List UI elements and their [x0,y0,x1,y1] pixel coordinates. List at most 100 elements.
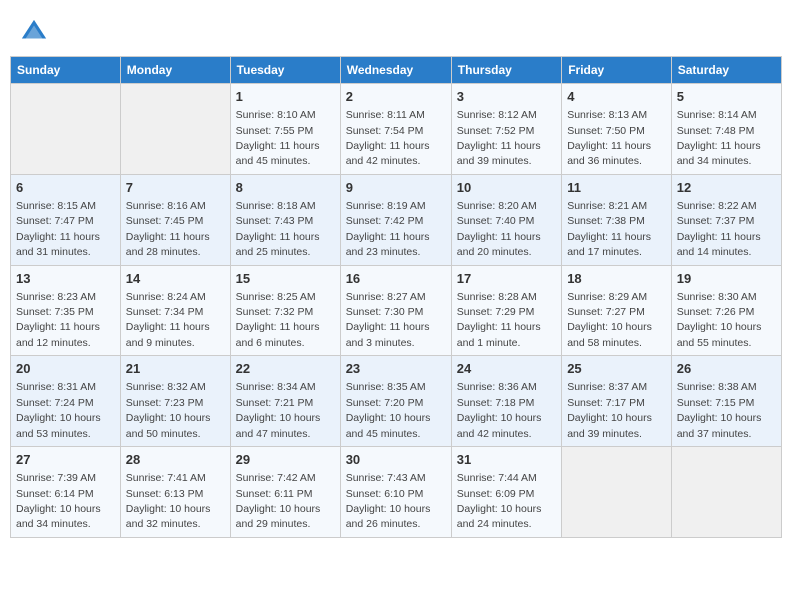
weekday-header: Friday [562,57,672,84]
day-detail: Sunrise: 8:16 AMSunset: 7:45 PMDaylight:… [126,200,210,258]
day-detail: Sunrise: 8:18 AMSunset: 7:43 PMDaylight:… [236,200,320,258]
day-number: 10 [457,179,556,197]
day-number: 5 [677,88,776,106]
day-detail: Sunrise: 8:31 AMSunset: 7:24 PMDaylight:… [16,381,101,439]
calendar-empty-cell [671,447,781,538]
day-detail: Sunrise: 8:20 AMSunset: 7:40 PMDaylight:… [457,200,541,258]
day-detail: Sunrise: 8:36 AMSunset: 7:18 PMDaylight:… [457,381,542,439]
calendar-day-cell: 20Sunrise: 8:31 AMSunset: 7:24 PMDayligh… [11,356,121,447]
calendar-day-cell: 6 Sunrise: 8:15 AMSunset: 7:47 PMDaylight… [11,174,121,265]
day-detail: Sunrise: 7:39 AMSunset: 6:14 PMDaylight:… [16,472,101,530]
day-number: 16 [346,270,446,288]
day-number: 21 [126,360,225,378]
calendar-day-cell: 27 Sunrise: 7:39 AMSunset: 6:14 PMDayligh… [11,447,121,538]
day-number: 26 [677,360,776,378]
calendar-day-cell: 19Sunrise: 8:30 AMSunset: 7:26 PMDayligh… [671,265,781,356]
day-detail: Sunrise: 8:32 AMSunset: 7:23 PMDaylight:… [126,381,211,439]
day-number: 14 [126,270,225,288]
calendar-day-cell: 30Sunrise: 7:43 AMSunset: 6:10 PMDayligh… [340,447,451,538]
calendar-header: SundayMondayTuesdayWednesdayThursdayFrid… [11,57,782,84]
calendar-day-cell: 13Sunrise: 8:23 AMSunset: 7:35 PMDayligh… [11,265,121,356]
day-number: 19 [677,270,776,288]
calendar-day-cell: 22 Sunrise: 8:34 AMSunset: 7:21 PMDayligh… [230,356,340,447]
day-number: 18 [567,270,666,288]
calendar-day-cell: 4 Sunrise: 8:13 AMSunset: 7:50 PMDaylight… [562,84,672,175]
page-header [10,10,782,50]
day-detail: Sunrise: 8:14 AMSunset: 7:48 PMDaylight:… [677,109,761,167]
calendar-day-cell: 29Sunrise: 7:42 AMSunset: 6:11 PMDayligh… [230,447,340,538]
day-detail: Sunrise: 8:24 AMSunset: 7:34 PMDaylight:… [126,291,210,349]
calendar-week-row: 1 Sunrise: 8:10 AMSunset: 7:55 PMDaylight… [11,84,782,175]
calendar-day-cell: 24 Sunrise: 8:36 AMSunset: 7:18 PMDayligh… [451,356,561,447]
day-number: 13 [16,270,115,288]
day-number: 1 [236,88,335,106]
day-detail: Sunrise: 8:37 AMSunset: 7:17 PMDaylight:… [567,381,652,439]
day-detail: Sunrise: 8:11 AMSunset: 7:54 PMDaylight:… [346,109,430,167]
day-number: 28 [126,451,225,469]
day-detail: Sunrise: 8:19 AMSunset: 7:42 PMDaylight:… [346,200,430,258]
calendar-day-cell: 23Sunrise: 8:35 AMSunset: 7:20 PMDayligh… [340,356,451,447]
calendar-day-cell: 9 Sunrise: 8:19 AMSunset: 7:42 PMDaylight… [340,174,451,265]
logo-icon [20,18,48,46]
day-detail: Sunrise: 8:29 AMSunset: 7:27 PMDaylight:… [567,291,652,349]
day-number: 15 [236,270,335,288]
day-number: 12 [677,179,776,197]
day-detail: Sunrise: 8:21 AMSunset: 7:38 PMDaylight:… [567,200,651,258]
weekday-header: Tuesday [230,57,340,84]
calendar-empty-cell [11,84,121,175]
calendar-day-cell: 10 Sunrise: 8:20 AMSunset: 7:40 PMDayligh… [451,174,561,265]
weekday-header: Thursday [451,57,561,84]
day-detail: Sunrise: 8:38 AMSunset: 7:15 PMDaylight:… [677,381,762,439]
calendar-table: SundayMondayTuesdayWednesdayThursdayFrid… [10,56,782,538]
day-number: 7 [126,179,225,197]
calendar-day-cell: 25 Sunrise: 8:37 AMSunset: 7:17 PMDayligh… [562,356,672,447]
day-number: 29 [236,451,335,469]
calendar-day-cell: 12 Sunrise: 8:22 AMSunset: 7:37 PMDayligh… [671,174,781,265]
calendar-empty-cell [562,447,672,538]
day-number: 3 [457,88,556,106]
calendar-day-cell: 15 Sunrise: 8:25 AMSunset: 7:32 PMDayligh… [230,265,340,356]
calendar-day-cell: 16 Sunrise: 8:27 AMSunset: 7:30 PMDayligh… [340,265,451,356]
calendar-day-cell: 21 Sunrise: 8:32 AMSunset: 7:23 PMDayligh… [120,356,230,447]
weekday-header: Saturday [671,57,781,84]
day-detail: Sunrise: 8:35 AMSunset: 7:20 PMDaylight:… [346,381,431,439]
day-number: 25 [567,360,666,378]
weekday-header: Monday [120,57,230,84]
day-detail: Sunrise: 8:34 AMSunset: 7:21 PMDaylight:… [236,381,321,439]
day-number: 22 [236,360,335,378]
calendar-day-cell: 5 Sunrise: 8:14 AMSunset: 7:48 PMDaylight… [671,84,781,175]
day-detail: Sunrise: 8:12 AMSunset: 7:52 PMDaylight:… [457,109,541,167]
calendar-day-cell: 1 Sunrise: 8:10 AMSunset: 7:55 PMDaylight… [230,84,340,175]
day-number: 9 [346,179,446,197]
day-detail: Sunrise: 8:27 AMSunset: 7:30 PMDaylight:… [346,291,430,349]
calendar-week-row: 13Sunrise: 8:23 AMSunset: 7:35 PMDayligh… [11,265,782,356]
calendar-day-cell: 11 Sunrise: 8:21 AMSunset: 7:38 PMDayligh… [562,174,672,265]
day-detail: Sunrise: 7:41 AMSunset: 6:13 PMDaylight:… [126,472,211,530]
day-detail: Sunrise: 8:28 AMSunset: 7:29 PMDaylight:… [457,291,541,349]
calendar-day-cell: 31Sunrise: 7:44 AMSunset: 6:09 PMDayligh… [451,447,561,538]
day-number: 8 [236,179,335,197]
calendar-week-row: 20Sunrise: 8:31 AMSunset: 7:24 PMDayligh… [11,356,782,447]
day-detail: Sunrise: 8:13 AMSunset: 7:50 PMDaylight:… [567,109,651,167]
day-detail: Sunrise: 7:43 AMSunset: 6:10 PMDaylight:… [346,472,431,530]
weekday-header: Sunday [11,57,121,84]
calendar-day-cell: 18 Sunrise: 8:29 AMSunset: 7:27 PMDayligh… [562,265,672,356]
calendar-day-cell: 17Sunrise: 8:28 AMSunset: 7:29 PMDayligh… [451,265,561,356]
day-number: 11 [567,179,666,197]
day-number: 6 [16,179,115,197]
day-detail: Sunrise: 8:10 AMSunset: 7:55 PMDaylight:… [236,109,320,167]
day-number: 27 [16,451,115,469]
day-number: 24 [457,360,556,378]
day-detail: Sunrise: 8:15 AMSunset: 7:47 PMDaylight:… [16,200,100,258]
day-detail: Sunrise: 8:25 AMSunset: 7:32 PMDaylight:… [236,291,320,349]
calendar-day-cell: 26 Sunrise: 8:38 AMSunset: 7:15 PMDayligh… [671,356,781,447]
day-number: 2 [346,88,446,106]
day-detail: Sunrise: 8:22 AMSunset: 7:37 PMDaylight:… [677,200,761,258]
calendar-week-row: 6 Sunrise: 8:15 AMSunset: 7:47 PMDaylight… [11,174,782,265]
calendar-day-cell: 8 Sunrise: 8:18 AMSunset: 7:43 PMDaylight… [230,174,340,265]
calendar-empty-cell [120,84,230,175]
day-number: 4 [567,88,666,106]
calendar-day-cell: 2 Sunrise: 8:11 AMSunset: 7:54 PMDaylight… [340,84,451,175]
logo [20,18,52,46]
day-number: 31 [457,451,556,469]
